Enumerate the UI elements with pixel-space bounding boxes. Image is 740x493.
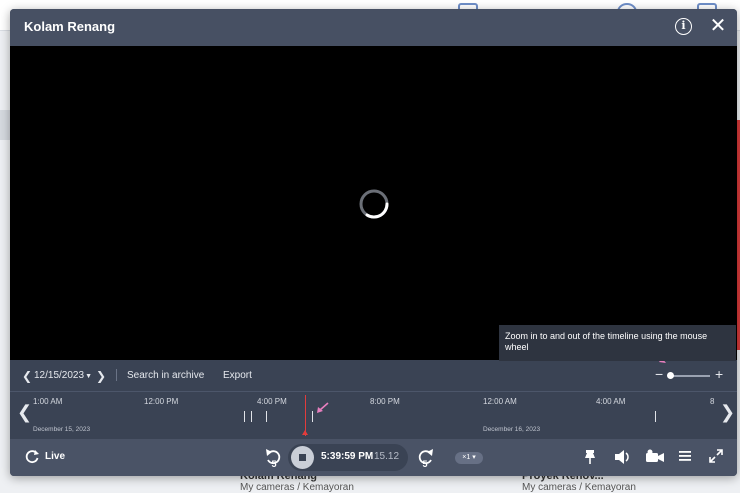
timeline-tick: 8 — [710, 397, 715, 406]
date-next-chevron-icon[interactable]: ❯ — [96, 369, 106, 383]
search-archive-button[interactable]: Search in archive — [127, 370, 204, 381]
timeline-tick: 4:00 AM — [596, 397, 626, 406]
timeline-prev-chevron-icon[interactable]: ❮ — [17, 402, 32, 423]
recording-mark — [312, 411, 313, 422]
fps-value: 15.12 — [374, 451, 400, 462]
timeline-tick: 4:00 PM — [257, 397, 287, 406]
playhead-marker[interactable] — [302, 430, 308, 435]
recording-mark — [244, 411, 245, 422]
caret-down-icon: ▼ — [85, 373, 92, 380]
recording-mark — [655, 411, 656, 422]
pin-icon[interactable] — [583, 449, 597, 465]
live-refresh-icon[interactable] — [24, 448, 40, 464]
loading-spinner-icon — [359, 189, 389, 219]
stop-icon — [299, 454, 306, 461]
camera-card-path: My cameras / Kemayoran — [240, 482, 354, 493]
player-bottom-bar: Live 5 5:39:59 PM 15.12 5 ×1 ▾ — [10, 439, 737, 476]
annotation-arrow — [317, 402, 329, 413]
stop-button[interactable] — [291, 446, 314, 469]
modal-title: Kolam Renang — [24, 19, 116, 34]
forward-seconds: 5 — [422, 459, 427, 469]
zoom-in-button[interactable]: + — [715, 366, 723, 382]
fullscreen-icon[interactable] — [709, 449, 723, 463]
current-time: 5:39:59 PM — [321, 451, 374, 462]
archive-controls: ❮ 12/15/2023▼ ❯ Search in archive Export… — [10, 352, 737, 392]
camera-card-path: My cameras / Kemayoran — [522, 482, 636, 493]
date-picker[interactable]: 12/15/2023▼ — [34, 370, 92, 381]
rewind-5s-icon[interactable]: 5 — [264, 447, 284, 469]
recording-mark — [251, 411, 252, 422]
recording-mark — [266, 411, 267, 422]
divider — [116, 369, 117, 381]
live-button[interactable]: Live — [45, 451, 65, 462]
zoom-slider-handle[interactable] — [667, 372, 674, 379]
playback-speed-select[interactable]: ×1 ▾ — [455, 452, 483, 464]
timeline[interactable]: ❮ 1:00 AM 12:00 PM 4:00 PM 8:00 PM 12:00… — [10, 392, 737, 439]
close-icon[interactable]: ✕ — [708, 15, 728, 37]
modal-header: Kolam Renang i ✕ — [10, 9, 737, 46]
timeline-next-chevron-icon[interactable]: ❯ — [720, 402, 735, 423]
timeline-tick: 8:00 PM — [370, 397, 400, 406]
zoom-out-button[interactable]: − — [655, 366, 663, 382]
timeline-tick: 1:00 AM — [33, 397, 63, 406]
camera-off-icon[interactable] — [645, 449, 665, 465]
rewind-seconds: 5 — [271, 459, 276, 469]
zoom-slider[interactable] — [670, 375, 710, 377]
date-prev-chevron-icon[interactable]: ❮ — [22, 369, 32, 383]
info-icon[interactable]: i — [675, 18, 692, 35]
timeline-day-label: December 15, 2023 — [33, 426, 91, 433]
menu-icon[interactable] — [678, 449, 692, 463]
timeline-tick: 12:00 AM — [483, 397, 517, 406]
zoom-tooltip: Zoom in to and out of the timeline using… — [499, 325, 736, 361]
export-button[interactable]: Export — [223, 370, 252, 381]
forward-5s-icon[interactable]: 5 — [415, 447, 435, 469]
video-viewport[interactable] — [10, 46, 737, 360]
camera-player-modal: Kolam Renang i ✕ Zoom in to and out of t… — [10, 9, 737, 476]
volume-icon[interactable] — [614, 449, 632, 465]
timeline-day-label: December 16, 2023 — [483, 426, 541, 433]
timeline-tick: 12:00 PM — [144, 397, 179, 406]
